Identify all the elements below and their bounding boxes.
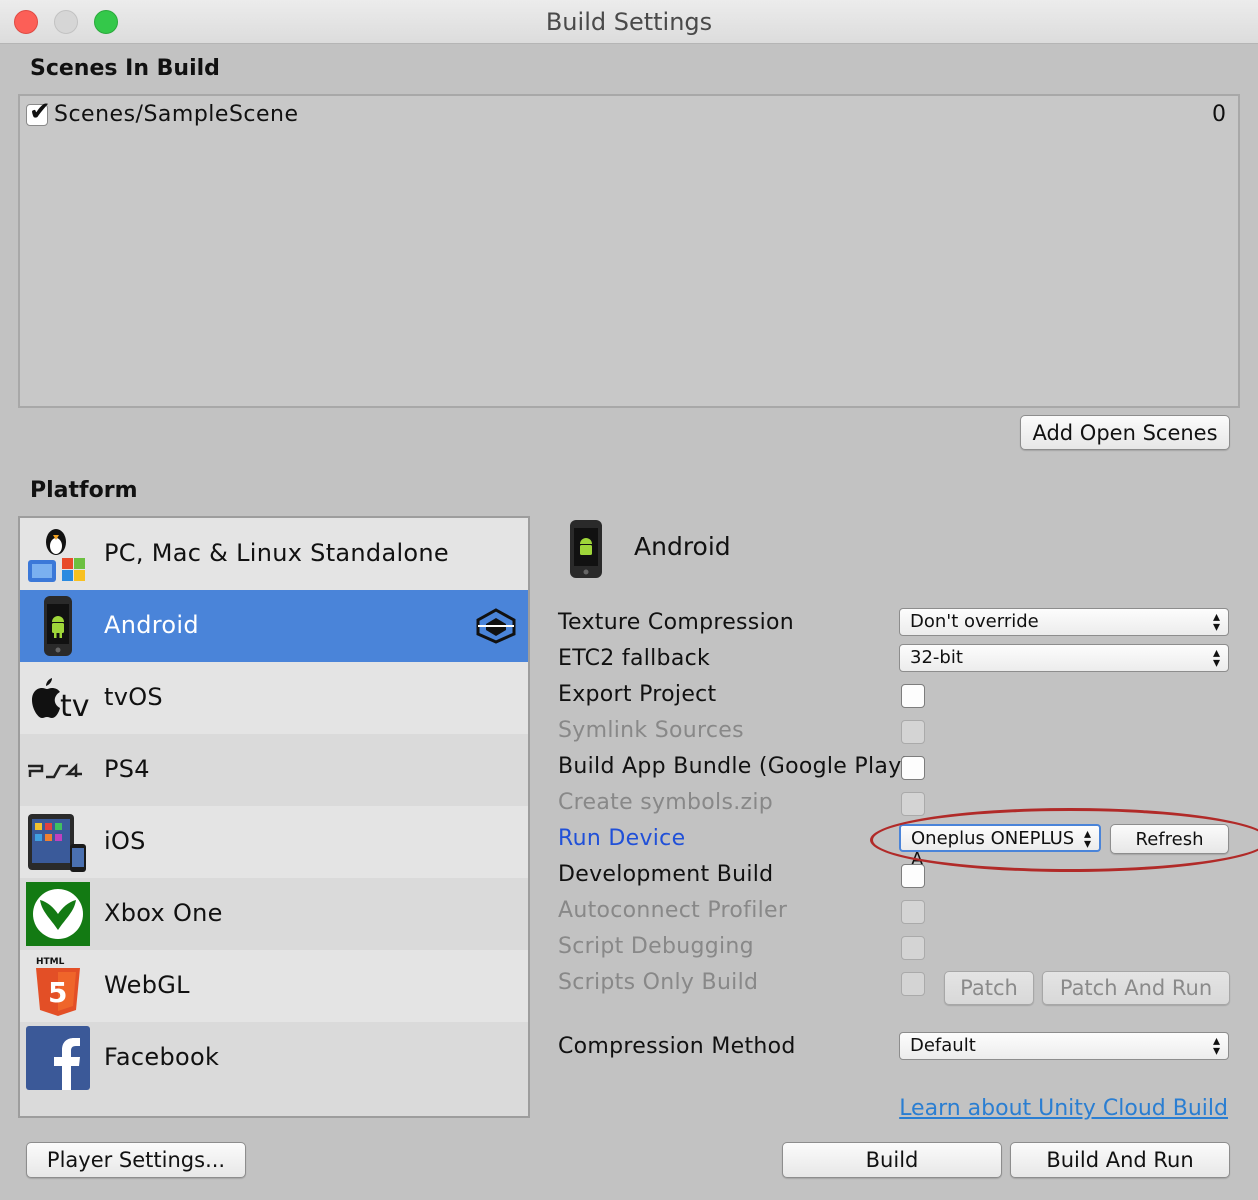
build-app-bundle-label: Build App Bundle (Google Play) [558,754,911,779]
platform-list: PC, Mac & Linux Standalone Android tv tv… [18,516,530,1118]
scripts-only-build-checkbox[interactable] [901,972,925,996]
autoconnect-profiler-checkbox[interactable] [901,900,925,924]
symlink-sources-checkbox[interactable] [901,720,925,744]
scene-include-checkbox[interactable]: ✔ [26,99,51,126]
patch-and-run-button[interactable]: Patch And Run [1042,971,1230,1005]
export-project-checkbox[interactable] [901,684,925,708]
dropdown-value: Don't override [910,611,1039,632]
script-debugging-checkbox[interactable] [901,936,925,960]
texture-compression-label: Texture Compression [558,610,794,635]
apple-tv-icon: tv [32,678,90,724]
run-device-dropdown[interactable]: Oneplus ONEPLUS A ▴ ▾ [899,824,1101,870]
scripts-only-build-label: Scripts Only Build [558,970,759,995]
xbox-icon [26,882,90,946]
scene-row[interactable]: ✔ Scenes/SampleScene 0 [24,99,1232,130]
scenes-in-build-heading: Scenes In Build [30,56,220,81]
dropdown-arrows-icon: ▴ ▾ [1083,826,1091,852]
android-phone-icon [44,596,72,656]
platform-item-webgl[interactable]: HTML 5 WebGL [20,950,528,1022]
platform-label: Android [104,611,199,639]
scene-name: Scenes/SampleScene [54,102,299,127]
platform-detail-title: Android [634,532,731,561]
compression-method-dropdown[interactable]: Default ▴ ▾ [899,1032,1229,1060]
platform-label: Facebook [104,1043,220,1071]
checkmark-icon: ✔ [29,97,51,127]
platform-label: Xbox One [104,899,223,927]
autoconnect-profiler-label: Autoconnect Profiler [558,898,788,923]
platform-item-standalone[interactable]: PC, Mac & Linux Standalone [20,518,528,590]
scenes-list[interactable]: ✔ Scenes/SampleScene 0 [18,94,1240,408]
svg-text:tv: tv [60,689,90,724]
patch-button[interactable]: Patch [944,971,1034,1005]
platform-label: iOS [104,827,146,855]
platform-item-tvos[interactable]: tv tvOS [20,662,528,734]
platform-label: WebGL [104,971,190,999]
add-open-scenes-button[interactable]: Add Open Scenes [1020,415,1230,450]
cloud-build-link[interactable]: Learn about Unity Cloud Build [899,1096,1228,1121]
run-device-label: Run Device [558,826,686,851]
platform-item-ps4[interactable]: PS4 [20,734,528,806]
build-and-run-button[interactable]: Build And Run [1010,1142,1230,1178]
facebook-icon [26,1026,90,1090]
development-build-label: Development Build [558,862,774,887]
dropdown-value: 32-bit [910,647,963,668]
etc2-fallback-dropdown[interactable]: 32-bit ▴ ▾ [899,644,1229,672]
etc2-fallback-label: ETC2 fallback [558,646,711,671]
dropdown-arrows-icon: ▴ ▾ [1212,645,1220,671]
platform-label: tvOS [104,683,163,711]
platform-label: PC, Mac & Linux Standalone [104,539,449,567]
create-symbols-label: Create symbols.zip [558,790,774,815]
svg-text:HTML: HTML [36,957,65,967]
refresh-devices-button[interactable]: Refresh [1110,824,1229,854]
dropdown-arrows-icon: ▴ ▾ [1212,1033,1220,1059]
build-app-bundle-checkbox[interactable] [901,756,925,780]
build-button[interactable]: Build [782,1142,1002,1178]
symlink-sources-label: Symlink Sources [558,718,744,743]
compression-method-label: Compression Method [558,1034,796,1059]
ps4-icon [28,762,82,779]
platform-item-xbox-one[interactable]: Xbox One [20,878,528,950]
create-symbols-checkbox[interactable] [901,792,925,816]
svg-text:5: 5 [48,976,67,1009]
unity-logo-icon [476,608,516,644]
platform-item-android[interactable]: Android [20,590,528,662]
development-build-checkbox[interactable] [901,864,925,888]
dropdown-value: Default [910,1035,976,1056]
platform-label: PS4 [104,755,150,783]
export-project-label: Export Project [558,682,717,707]
dropdown-value: Oneplus ONEPLUS A [911,828,1075,870]
platform-heading: Platform [30,478,138,503]
texture-compression-dropdown[interactable]: Don't override ▴ ▾ [899,608,1229,636]
player-settings-button[interactable]: Player Settings... [26,1142,246,1178]
platform-item-facebook[interactable]: Facebook [20,1022,528,1094]
dropdown-arrows-icon: ▴ ▾ [1212,609,1220,635]
pc-mac-linux-icon [28,529,85,582]
platform-item-ios[interactable]: iOS [20,806,528,878]
title-bar: Build Settings [0,0,1258,44]
android-phone-icon [570,520,602,578]
window-title: Build Settings [545,8,713,36]
scene-index: 0 [1212,102,1226,127]
script-debugging-label: Script Debugging [558,934,754,959]
html5-icon: HTML 5 [36,957,80,1016]
ios-devices-icon [28,814,86,872]
